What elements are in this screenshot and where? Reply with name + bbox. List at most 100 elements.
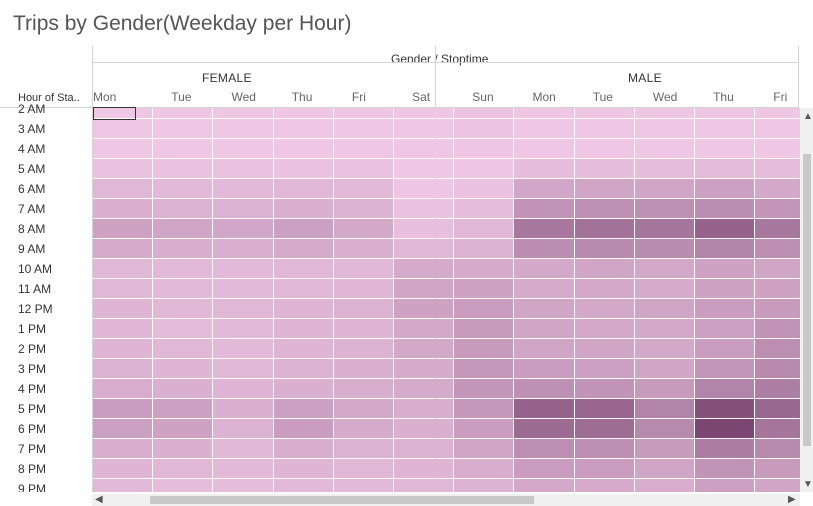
heatmap-cell[interactable] xyxy=(574,299,634,318)
heatmap-cell[interactable] xyxy=(514,419,574,438)
heatmap-cell[interactable] xyxy=(755,179,800,198)
heatmap-cell[interactable] xyxy=(213,139,273,158)
heatmap-cell[interactable] xyxy=(333,119,393,138)
scroll-right-icon[interactable]: ▶ xyxy=(788,495,796,505)
heatmap-cell[interactable] xyxy=(574,279,634,298)
heatmap-cell[interactable] xyxy=(574,239,634,258)
heatmap-cell[interactable] xyxy=(394,359,454,378)
heatmap-cell[interactable] xyxy=(273,439,333,458)
heatmap-cell[interactable] xyxy=(574,379,634,398)
heatmap-cell[interactable] xyxy=(634,119,694,138)
heatmap-cell[interactable] xyxy=(514,379,574,398)
heatmap-cell[interactable] xyxy=(273,179,333,198)
heatmap-cell[interactable] xyxy=(93,439,153,458)
heatmap-cell[interactable] xyxy=(213,359,273,378)
heatmap-cell[interactable] xyxy=(755,339,800,358)
heatmap-cell[interactable] xyxy=(634,279,694,298)
heatmap-cell[interactable] xyxy=(273,108,333,118)
vertical-scrollbar[interactable]: ▲ ▼ xyxy=(800,108,813,492)
heatmap-cell[interactable] xyxy=(454,419,514,438)
heatmap-cell[interactable] xyxy=(634,479,694,492)
heatmap-cell[interactable] xyxy=(755,319,800,338)
heatmap-cell[interactable] xyxy=(333,179,393,198)
heatmap-cell[interactable] xyxy=(574,439,634,458)
heatmap-cell[interactable] xyxy=(454,108,514,118)
heatmap-cell[interactable] xyxy=(93,239,153,258)
heatmap-cell[interactable] xyxy=(695,459,755,478)
heatmap-cell[interactable] xyxy=(273,339,333,358)
heatmap-cell[interactable] xyxy=(634,459,694,478)
heatmap-cell[interactable] xyxy=(755,259,800,278)
heatmap-cell[interactable] xyxy=(574,219,634,238)
heatmap-cell[interactable] xyxy=(273,259,333,278)
scroll-down-icon[interactable]: ▼ xyxy=(803,480,813,490)
heatmap-cell[interactable] xyxy=(153,139,213,158)
heatmap-cell[interactable] xyxy=(213,239,273,258)
heatmap-cell[interactable] xyxy=(153,119,213,138)
heatmap-cell[interactable] xyxy=(153,259,213,278)
heatmap-cell[interactable] xyxy=(273,219,333,238)
heatmap-cell[interactable] xyxy=(755,239,800,258)
heatmap-cell[interactable] xyxy=(454,279,514,298)
heatmap-cell[interactable] xyxy=(93,419,153,438)
heatmap-cell[interactable] xyxy=(394,259,454,278)
heatmap-cell[interactable] xyxy=(333,239,393,258)
heatmap-cell[interactable] xyxy=(634,219,694,238)
heatmap-cell[interactable] xyxy=(755,379,800,398)
heatmap-cell[interactable] xyxy=(695,119,755,138)
heatmap-cell[interactable] xyxy=(454,259,514,278)
heatmap-cell[interactable] xyxy=(634,439,694,458)
heatmap-cell[interactable] xyxy=(634,239,694,258)
heatmap-cell[interactable] xyxy=(93,339,153,358)
heatmap-cell[interactable] xyxy=(153,239,213,258)
heatmap-cell[interactable] xyxy=(153,108,213,118)
heatmap-cell[interactable] xyxy=(333,399,393,418)
heatmap-cell[interactable] xyxy=(213,379,273,398)
scroll-up-icon[interactable]: ▲ xyxy=(803,112,813,122)
scroll-left-icon[interactable]: ◀ xyxy=(95,495,103,505)
heatmap-cell[interactable] xyxy=(695,479,755,492)
heatmap-cell[interactable] xyxy=(755,108,800,118)
heatmap-cell[interactable] xyxy=(574,139,634,158)
heatmap-cell[interactable] xyxy=(695,419,755,438)
heatmap-cell[interactable] xyxy=(514,239,574,258)
heatmap-cell[interactable] xyxy=(454,299,514,318)
heatmap-cell[interactable] xyxy=(213,119,273,138)
heatmap-cell[interactable] xyxy=(93,379,153,398)
heatmap-cell[interactable] xyxy=(634,108,694,118)
heatmap-cell[interactable] xyxy=(394,479,454,492)
heatmap-cell[interactable] xyxy=(213,319,273,338)
heatmap-cell[interactable] xyxy=(514,108,574,118)
heatmap-cell[interactable] xyxy=(394,299,454,318)
heatmap-cell[interactable] xyxy=(454,239,514,258)
heatmap-cell[interactable] xyxy=(755,479,800,492)
heatmap-cell[interactable] xyxy=(93,279,153,298)
heatmap-cell[interactable] xyxy=(153,479,213,492)
heatmap-cell[interactable] xyxy=(755,219,800,238)
heatmap-cell[interactable] xyxy=(213,159,273,178)
heatmap-cell[interactable] xyxy=(213,439,273,458)
heatmap-cell[interactable] xyxy=(755,119,800,138)
heatmap-cell[interactable] xyxy=(514,319,574,338)
heatmap-cell[interactable] xyxy=(695,239,755,258)
heatmap-cell[interactable] xyxy=(333,299,393,318)
heatmap-cell[interactable] xyxy=(213,199,273,218)
heatmap-cell[interactable] xyxy=(634,419,694,438)
heatmap-cell[interactable] xyxy=(755,299,800,318)
heatmap-cell[interactable] xyxy=(394,279,454,298)
heatmap-cell[interactable] xyxy=(394,119,454,138)
heatmap-cell[interactable] xyxy=(574,459,634,478)
heatmap-cell[interactable] xyxy=(273,299,333,318)
heatmap-cell[interactable] xyxy=(273,119,333,138)
heatmap-cell[interactable] xyxy=(634,199,694,218)
heatmap-cell[interactable] xyxy=(634,339,694,358)
heatmap-cell[interactable] xyxy=(454,199,514,218)
heatmap-cell[interactable] xyxy=(454,439,514,458)
heatmap-cell[interactable] xyxy=(394,179,454,198)
heatmap-cell[interactable] xyxy=(273,159,333,178)
heatmap-cell[interactable] xyxy=(695,159,755,178)
heatmap-cell[interactable] xyxy=(394,239,454,258)
heatmap-cell[interactable] xyxy=(514,439,574,458)
heatmap-cell[interactable] xyxy=(634,179,694,198)
heatmap-cell[interactable] xyxy=(574,359,634,378)
